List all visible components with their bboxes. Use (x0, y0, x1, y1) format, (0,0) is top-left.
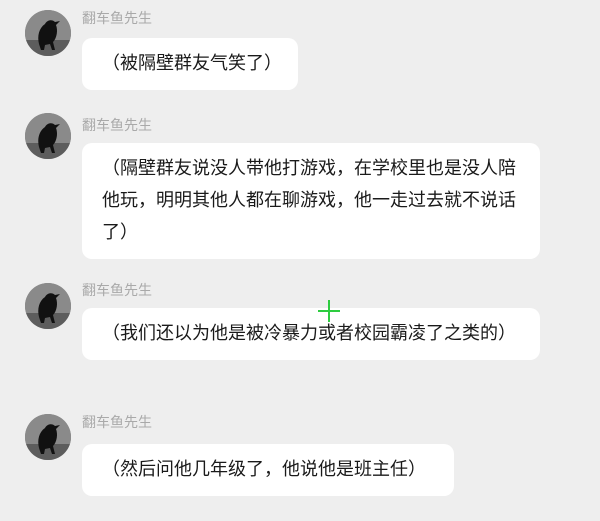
sender-name: 翻车鱼先生 (82, 415, 152, 431)
avatar[interactable] (25, 414, 71, 460)
message-bubble[interactable]: （我们还以为他是被冷暴力或者校园霸凌了之类的） (82, 308, 540, 360)
avatar[interactable] (25, 283, 71, 329)
crow-avatar-icon (25, 414, 71, 460)
message-bubble[interactable]: （被隔壁群友气笑了） (82, 38, 298, 90)
chat-screen: { "messages": [ { "sender": "翻车鱼先生", "te… (0, 0, 600, 521)
crow-avatar-icon (25, 113, 71, 159)
message-bubble[interactable]: （隔壁群友说没人带他打游戏，在学校里也是没人陪他玩，明明其他人都在聊游戏，他一走… (82, 143, 540, 259)
sender-name: 翻车鱼先生 (82, 11, 152, 27)
sender-name: 翻车鱼先生 (82, 118, 152, 134)
crosshair-vertical (328, 300, 330, 322)
avatar[interactable] (25, 113, 71, 159)
sender-name: 翻车鱼先生 (82, 283, 152, 299)
crow-avatar-icon (25, 283, 71, 329)
avatar[interactable] (25, 10, 71, 56)
message-bubble[interactable]: （然后问他几年级了，他说他是班主任） (82, 444, 454, 496)
crow-avatar-icon (25, 10, 71, 56)
crosshair-cursor-icon (318, 300, 340, 322)
